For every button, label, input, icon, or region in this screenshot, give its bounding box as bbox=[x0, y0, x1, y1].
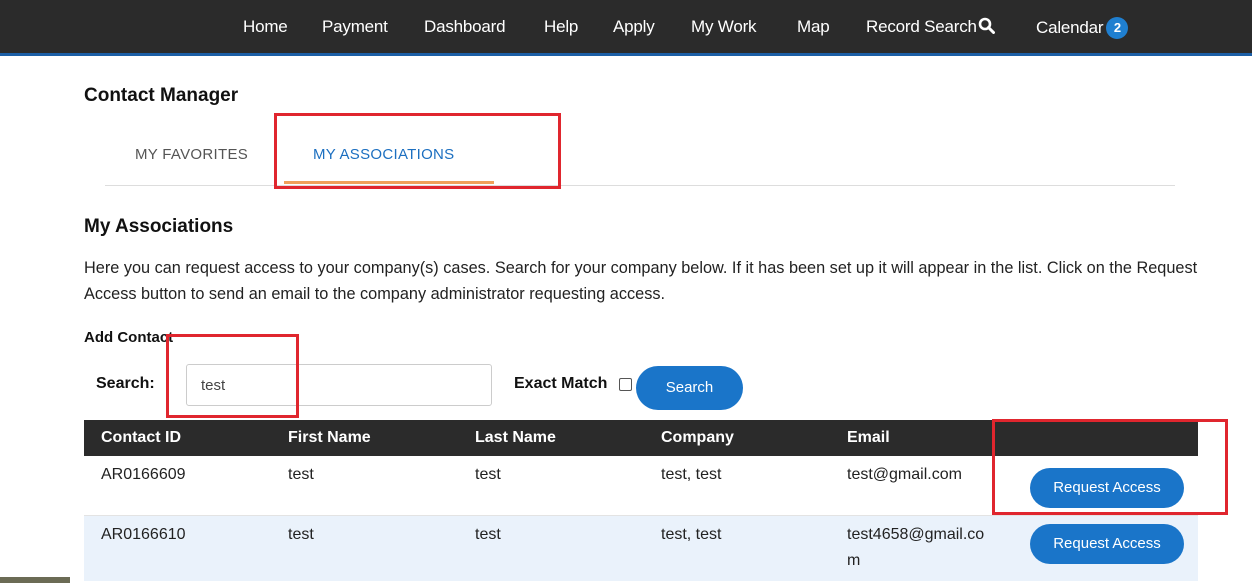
exact-match-label: Exact Match bbox=[514, 375, 608, 392]
calendar-count-badge: 2 bbox=[1106, 17, 1129, 39]
cell-email: test4658@gmail.com bbox=[830, 515, 1016, 581]
cell-action: Request Access bbox=[1016, 515, 1198, 581]
nav-record-search[interactable]: Record Search bbox=[866, 17, 995, 37]
section-description: Here you can request access to your comp… bbox=[84, 259, 1198, 303]
column-header-email: Email bbox=[830, 420, 1016, 456]
request-access-button[interactable]: Request Access bbox=[1030, 523, 1184, 564]
nav-apply[interactable]: Apply bbox=[613, 17, 655, 37]
active-tab-indicator bbox=[284, 181, 494, 184]
search-button[interactable]: Search bbox=[636, 366, 743, 410]
nav-help[interactable]: Help bbox=[544, 17, 578, 37]
cell-last-name: test bbox=[458, 456, 644, 516]
cell-last-name: test bbox=[458, 515, 644, 581]
tab-my-associations[interactable]: MY ASSOCIATIONS bbox=[313, 146, 454, 163]
table-header-row: Contact ID First Name Last Name Company … bbox=[84, 420, 1198, 456]
search-input[interactable] bbox=[186, 364, 492, 406]
cell-contact-id: AR0166610 bbox=[84, 515, 271, 581]
exact-match-checkbox[interactable] bbox=[619, 378, 632, 391]
column-header-first-name: First Name bbox=[271, 420, 458, 456]
page-title: Contact Manager bbox=[84, 85, 239, 106]
cell-action: Request Access bbox=[1016, 456, 1198, 516]
nav-map[interactable]: Map bbox=[797, 17, 830, 37]
cell-contact-id: AR0166609 bbox=[84, 456, 271, 516]
add-contact-label: Add Contact bbox=[84, 329, 174, 346]
request-access-button[interactable]: Request Access bbox=[1030, 468, 1184, 508]
nav-payment[interactable]: Payment bbox=[322, 17, 388, 37]
nav-record-search-label: Record Search bbox=[866, 17, 977, 36]
cell-company: test, test bbox=[644, 515, 830, 581]
nav-home[interactable]: Home bbox=[243, 17, 288, 37]
nav-my-work[interactable]: My Work bbox=[691, 17, 757, 37]
column-header-action bbox=[1016, 420, 1198, 456]
column-header-last-name: Last Name bbox=[458, 420, 644, 456]
table-row: AR0166609 test test test, test test@gmai… bbox=[84, 456, 1198, 516]
table-row: AR0166610 test test test, test test4658@… bbox=[84, 515, 1198, 581]
cell-first-name: test bbox=[271, 515, 458, 581]
nav-dashboard[interactable]: Dashboard bbox=[424, 17, 506, 37]
search-label: Search: bbox=[96, 375, 155, 392]
tab-my-favorites[interactable]: MY FAVORITES bbox=[135, 146, 248, 163]
tab-divider bbox=[105, 185, 1175, 186]
results-table: Contact ID First Name Last Name Company … bbox=[84, 420, 1198, 581]
cell-first-name: test bbox=[271, 456, 458, 516]
decorative-corner-block bbox=[0, 577, 70, 583]
column-header-contact-id: Contact ID bbox=[84, 420, 271, 456]
top-nav-bar: Home Payment Dashboard Help Apply My Wor… bbox=[0, 0, 1252, 56]
section-title: My Associations bbox=[84, 216, 234, 237]
nav-calendar-label: Calendar bbox=[1036, 18, 1104, 37]
column-header-company: Company bbox=[644, 420, 830, 456]
cell-email: test@gmail.com bbox=[830, 456, 1016, 516]
cell-company: test, test bbox=[644, 456, 830, 516]
nav-calendar[interactable]: Calendar 2 bbox=[1036, 17, 1129, 39]
search-icon bbox=[978, 17, 995, 34]
